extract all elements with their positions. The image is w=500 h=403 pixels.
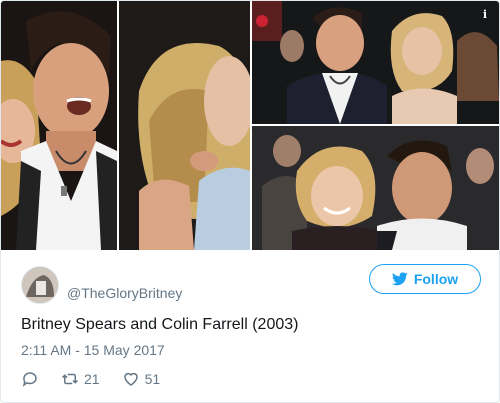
photo-3[interactable]: i — [252, 1, 499, 124]
follow-button[interactable]: Follow — [369, 264, 481, 294]
retweet-count: 21 — [84, 371, 100, 387]
retweet-icon — [61, 373, 79, 385]
user-handle[interactable]: @TheGloryBritney — [67, 285, 182, 301]
photo-grid: i — [1, 1, 499, 250]
reply-icon — [22, 372, 37, 387]
tweet-text: Britney Spears and Colin Farrell (2003) — [21, 316, 299, 333]
follow-label: Follow — [413, 271, 459, 287]
photo-2[interactable] — [119, 1, 250, 250]
heart-icon — [123, 372, 138, 386]
tweet-actions: 21 51 — [21, 369, 182, 389]
tweet-header: @TheGloryBritney Follow — [21, 264, 481, 304]
tweet-card: i @TheGloryBritney Follow Britney Spears… — [0, 0, 500, 403]
tweet-timestamp[interactable]: 2:11 AM - 15 May 2017 — [21, 342, 165, 358]
avatar[interactable] — [21, 266, 59, 304]
photo-4[interactable] — [252, 126, 499, 250]
info-icon[interactable]: i — [477, 7, 493, 23]
bird-icon — [391, 272, 408, 286]
like-count: 51 — [144, 371, 161, 387]
reply-action[interactable] — [21, 370, 39, 388]
photo-1[interactable] — [1, 1, 117, 250]
retweet-action[interactable]: 21 — [61, 370, 100, 388]
like-action[interactable]: 51 — [122, 370, 161, 388]
